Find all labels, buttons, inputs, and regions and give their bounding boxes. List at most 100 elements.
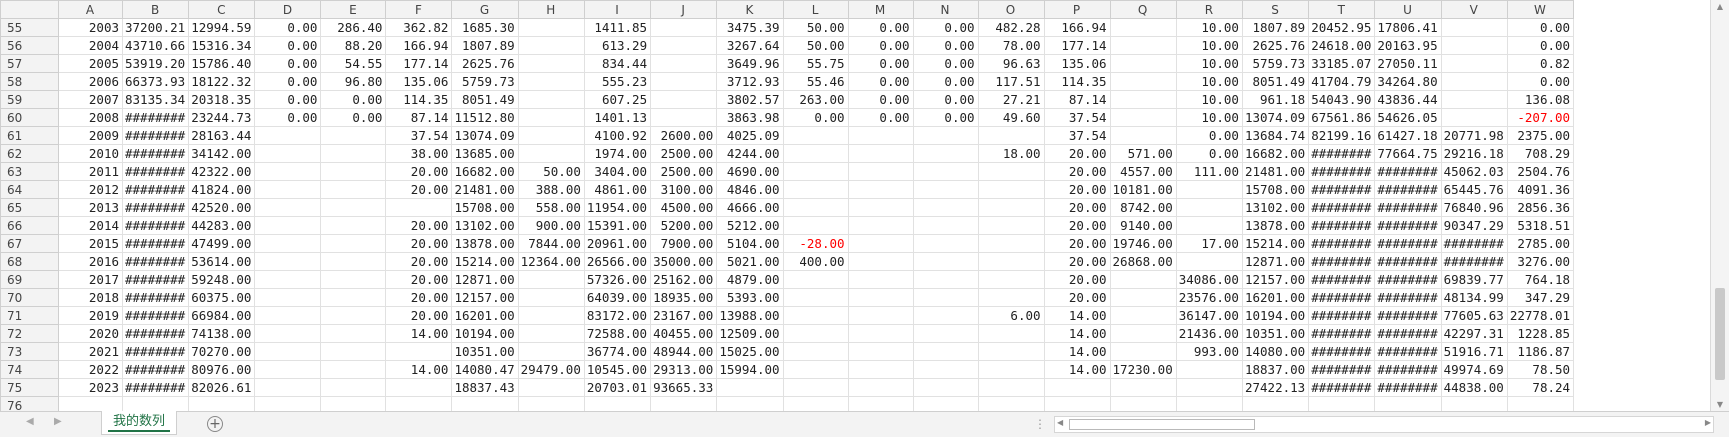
cell-b68[interactable]: ######## <box>121 252 190 271</box>
cell-p75[interactable] <box>1043 378 1111 397</box>
vertical-scroll-thumb[interactable] <box>1715 288 1725 380</box>
cell-q65[interactable]: 8742.00 <box>1109 198 1177 217</box>
cell-q58[interactable] <box>1109 72 1177 91</box>
cell-n72[interactable] <box>912 324 979 343</box>
cell-g66[interactable]: 13102.00 <box>451 216 519 235</box>
cell-m59[interactable]: 0.00 <box>847 90 914 109</box>
cell-q73[interactable] <box>1109 342 1177 361</box>
cell-k56[interactable]: 3267.64 <box>716 36 784 55</box>
cell-q60[interactable] <box>1109 108 1177 127</box>
cell-h64[interactable]: 388.00 <box>517 180 585 199</box>
cell-f57[interactable]: 177.14 <box>385 54 453 73</box>
row-header[interactable]: 58 <box>0 72 59 91</box>
cell-a63[interactable]: 2011 <box>58 162 123 181</box>
cell-o76[interactable] <box>977 396 1045 411</box>
cell-p63[interactable]: 20.00 <box>1043 162 1111 181</box>
cell-r75[interactable] <box>1175 378 1243 397</box>
cell-k60[interactable]: 3863.98 <box>716 108 784 127</box>
cell-j64[interactable]: 3100.00 <box>650 180 718 199</box>
cell-u76[interactable] <box>1374 396 1442 411</box>
cell-v64[interactable]: 65445.76 <box>1440 180 1508 199</box>
cell-m57[interactable]: 0.00 <box>847 54 914 73</box>
cell-q63[interactable]: 4557.00 <box>1109 162 1177 181</box>
cell-h76[interactable] <box>517 396 585 411</box>
cell-n67[interactable] <box>912 234 979 253</box>
cell-q68[interactable]: 26868.00 <box>1109 252 1177 271</box>
cell-k66[interactable]: 5212.00 <box>716 216 784 235</box>
cell-w62[interactable]: 708.29 <box>1506 144 1575 163</box>
cell-c58[interactable]: 18122.32 <box>188 72 256 91</box>
cell-b67[interactable]: ######## <box>121 234 190 253</box>
cell-o55[interactable]: 482.28 <box>977 18 1045 37</box>
row-header[interactable]: 63 <box>0 162 59 181</box>
cell-i57[interactable]: 834.44 <box>583 54 652 73</box>
row-header[interactable]: 76 <box>0 396 59 411</box>
cell-s69[interactable]: 12157.00 <box>1241 270 1310 289</box>
cell-p65[interactable]: 20.00 <box>1043 198 1111 217</box>
cell-e70[interactable] <box>320 288 387 307</box>
cell-m64[interactable] <box>847 180 914 199</box>
cell-o71[interactable]: 6.00 <box>977 306 1045 325</box>
cell-t70[interactable]: ######## <box>1308 288 1376 307</box>
cell-h61[interactable] <box>517 126 585 145</box>
cell-m67[interactable] <box>847 234 914 253</box>
cell-t58[interactable]: 41704.79 <box>1308 72 1376 91</box>
cell-b60[interactable]: ######## <box>121 108 190 127</box>
cell-l68[interactable]: 400.00 <box>782 252 849 271</box>
cell-s57[interactable]: 5759.73 <box>1241 54 1310 73</box>
cell-m55[interactable]: 0.00 <box>847 18 914 37</box>
cell-l69[interactable] <box>782 270 849 289</box>
cell-d69[interactable] <box>254 270 322 289</box>
cell-p55[interactable]: 166.94 <box>1043 18 1111 37</box>
cell-n61[interactable] <box>912 126 979 145</box>
cell-d68[interactable] <box>254 252 322 271</box>
cell-a68[interactable]: 2016 <box>58 252 123 271</box>
cell-j71[interactable]: 23167.00 <box>650 306 718 325</box>
cell-j58[interactable] <box>650 72 718 91</box>
cell-o61[interactable] <box>977 126 1045 145</box>
cell-e74[interactable] <box>320 360 387 379</box>
cell-d62[interactable] <box>254 144 322 163</box>
cell-f61[interactable]: 37.54 <box>385 126 453 145</box>
cell-v66[interactable]: 90347.29 <box>1440 216 1508 235</box>
cell-u64[interactable]: ######## <box>1374 180 1442 199</box>
column-header-j[interactable]: J <box>650 0 718 19</box>
cell-j57[interactable] <box>650 54 718 73</box>
cell-m60[interactable]: 0.00 <box>847 108 914 127</box>
cell-i70[interactable]: 64039.00 <box>583 288 652 307</box>
row-header[interactable]: 75 <box>0 378 59 397</box>
cell-d64[interactable] <box>254 180 322 199</box>
cell-l64[interactable] <box>782 180 849 199</box>
cell-e71[interactable] <box>320 306 387 325</box>
cell-s70[interactable]: 16201.00 <box>1241 288 1310 307</box>
cell-v58[interactable] <box>1440 72 1508 91</box>
cell-b65[interactable]: ######## <box>121 198 190 217</box>
cell-p76[interactable] <box>1043 396 1111 411</box>
cell-t57[interactable]: 33185.07 <box>1308 54 1376 73</box>
row-header[interactable]: 60 <box>0 108 59 127</box>
cell-r57[interactable]: 10.00 <box>1175 54 1243 73</box>
splitter-handle-icon[interactable]: ⋮ <box>1034 417 1046 431</box>
cell-v60[interactable] <box>1440 108 1508 127</box>
cell-p73[interactable]: 14.00 <box>1043 342 1111 361</box>
column-header-m[interactable]: M <box>847 0 914 19</box>
cell-s66[interactable]: 13878.00 <box>1241 216 1310 235</box>
column-header-h[interactable]: H <box>517 0 585 19</box>
column-header-t[interactable]: T <box>1308 0 1376 19</box>
cell-b76[interactable] <box>121 396 190 411</box>
cell-c61[interactable]: 28163.44 <box>188 126 256 145</box>
cell-l63[interactable] <box>782 162 849 181</box>
cell-e69[interactable] <box>320 270 387 289</box>
cell-a66[interactable]: 2014 <box>58 216 123 235</box>
cell-s65[interactable]: 13102.00 <box>1241 198 1310 217</box>
cell-g58[interactable]: 5759.73 <box>451 72 519 91</box>
cell-e61[interactable] <box>320 126 387 145</box>
cell-a60[interactable]: 2008 <box>58 108 123 127</box>
cell-o66[interactable] <box>977 216 1045 235</box>
cell-q76[interactable] <box>1109 396 1177 411</box>
cell-b55[interactable]: 37200.21 <box>121 18 190 37</box>
cell-e57[interactable]: 54.55 <box>320 54 387 73</box>
cell-c71[interactable]: 66984.00 <box>188 306 256 325</box>
cell-h74[interactable]: 29479.00 <box>517 360 585 379</box>
cell-d65[interactable] <box>254 198 322 217</box>
